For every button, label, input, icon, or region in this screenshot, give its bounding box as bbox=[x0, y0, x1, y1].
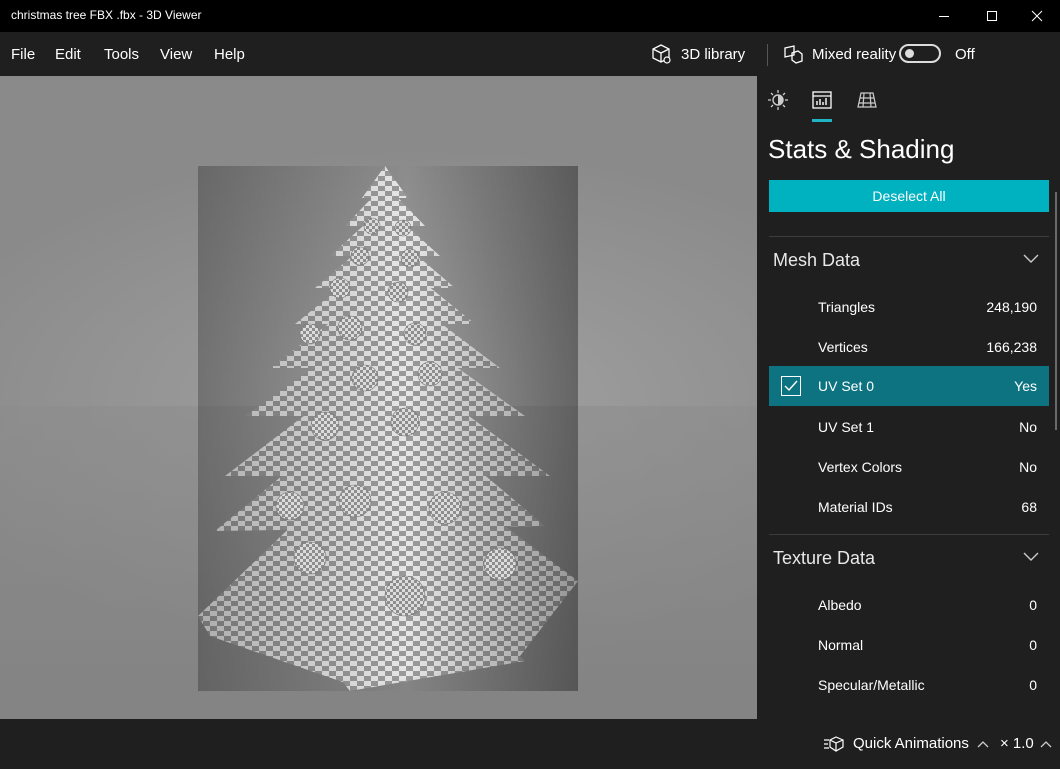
active-tab-indicator bbox=[812, 119, 832, 122]
window-title: christmas tree FBX .fbx - 3D Viewer bbox=[11, 8, 202, 22]
section-divider bbox=[769, 534, 1049, 535]
cube-icon bbox=[652, 44, 671, 64]
uv-set-0-checkbox[interactable] bbox=[781, 376, 801, 396]
chevron-up-icon bbox=[1040, 740, 1052, 747]
menu-edit[interactable]: Edit bbox=[55, 46, 81, 63]
stats-panel: Stats & Shading Deselect All Mesh Data T… bbox=[757, 76, 1060, 719]
row-label: UV Set 0 bbox=[818, 378, 875, 394]
stats-icon bbox=[812, 91, 832, 109]
mixed-reality-button[interactable]: Mixed reality bbox=[782, 40, 896, 68]
tree-tiers bbox=[198, 166, 578, 691]
deselect-all-button[interactable]: Deselect All bbox=[769, 180, 1049, 212]
texture-row-albedo[interactable]: Albedo 0 bbox=[769, 585, 1049, 625]
panel-scrollbar[interactable] bbox=[1055, 192, 1057, 430]
row-label: Vertex Colors bbox=[818, 459, 903, 475]
quick-animations-icon bbox=[824, 735, 844, 752]
row-value: Yes bbox=[1014, 378, 1037, 394]
minimize-icon bbox=[939, 16, 949, 17]
row-value: No bbox=[1019, 459, 1037, 475]
panel-title: Stats & Shading bbox=[768, 134, 955, 164]
row-value: 166,238 bbox=[986, 339, 1037, 355]
3d-library-label: 3D library bbox=[681, 45, 746, 63]
row-value: 248,190 bbox=[986, 299, 1037, 315]
tab-grid[interactable] bbox=[855, 88, 879, 112]
texture-row-specular-metallic[interactable]: Specular/Metallic 0 bbox=[769, 665, 1049, 705]
mixed-reality-icon bbox=[784, 45, 803, 64]
mesh-row-triangles[interactable]: Triangles 248,190 bbox=[769, 287, 1049, 327]
toggle-knob bbox=[905, 49, 914, 58]
mesh-row-material-ids[interactable]: Material IDs 68 bbox=[769, 487, 1049, 527]
menu-bar: File Edit Tools View Help 3D library Mix… bbox=[0, 32, 1060, 76]
texture-data-label: Texture Data bbox=[773, 548, 876, 568]
tab-lighting[interactable] bbox=[766, 88, 790, 112]
texture-data-header[interactable]: Texture Data bbox=[769, 538, 1049, 578]
checkmark-icon bbox=[784, 380, 798, 392]
row-label: Triangles bbox=[818, 299, 876, 315]
close-icon bbox=[1031, 10, 1043, 22]
mixed-reality-toggle[interactable] bbox=[899, 44, 941, 63]
row-label: Albedo bbox=[818, 597, 862, 613]
row-value: 68 bbox=[1021, 499, 1037, 515]
minimize-button[interactable] bbox=[921, 0, 967, 32]
row-value: 0 bbox=[1029, 677, 1037, 693]
row-label: Material IDs bbox=[818, 499, 893, 515]
mixed-reality-label: Mixed reality bbox=[812, 45, 897, 63]
mesh-data-header[interactable]: Mesh Data bbox=[769, 240, 1049, 280]
row-value: 0 bbox=[1029, 597, 1037, 613]
playback-speed-button[interactable]: × 1.0 bbox=[1000, 735, 1052, 752]
3d-library-button[interactable]: 3D library bbox=[650, 40, 745, 68]
grid-icon bbox=[857, 92, 877, 108]
maximize-icon bbox=[987, 11, 997, 21]
row-label: Normal bbox=[818, 637, 864, 653]
menu-view[interactable]: View bbox=[160, 46, 192, 63]
3d-viewport[interactable] bbox=[0, 76, 757, 719]
lighting-icon bbox=[768, 90, 788, 110]
mesh-row-vertex-colors[interactable]: Vertex Colors No bbox=[769, 447, 1049, 487]
menu-file[interactable]: File bbox=[11, 46, 35, 63]
row-label: Vertices bbox=[818, 339, 868, 355]
mesh-data-label: Mesh Data bbox=[773, 250, 861, 270]
maximize-button[interactable] bbox=[969, 0, 1015, 32]
title-bar: christmas tree FBX .fbx - 3D Viewer bbox=[0, 0, 1060, 32]
row-value: 0 bbox=[1029, 637, 1037, 653]
tab-stats[interactable] bbox=[810, 88, 834, 112]
texture-row-normal[interactable]: Normal 0 bbox=[769, 625, 1049, 665]
playback-speed-label: × 1.0 bbox=[1000, 735, 1034, 752]
row-label: UV Set 1 bbox=[818, 419, 875, 435]
quick-animations-label: Quick Animations bbox=[853, 735, 969, 752]
chevron-up-icon bbox=[977, 740, 989, 747]
row-value: No bbox=[1019, 419, 1037, 435]
section-divider bbox=[769, 236, 1049, 237]
bottom-bar: Quick Animations × 1.0 bbox=[0, 719, 1060, 769]
toolbar-separator bbox=[767, 44, 768, 66]
row-label: Specular/Metallic bbox=[818, 677, 925, 693]
christmas-tree-model bbox=[198, 166, 578, 691]
mesh-row-vertices[interactable]: Vertices 166,238 bbox=[769, 327, 1049, 367]
menu-tools[interactable]: Tools bbox=[104, 46, 139, 63]
mesh-row-uv-set-0[interactable]: UV Set 0 Yes bbox=[769, 366, 1049, 406]
mesh-row-uv-set-1[interactable]: UV Set 1 No bbox=[769, 407, 1049, 447]
close-button[interactable] bbox=[1014, 0, 1060, 32]
chevron-down-icon bbox=[1023, 552, 1039, 561]
quick-animations-button[interactable]: Quick Animations bbox=[823, 735, 989, 752]
chevron-down-icon bbox=[1023, 254, 1039, 263]
menu-help[interactable]: Help bbox=[214, 46, 245, 63]
mixed-reality-state: Off bbox=[955, 46, 975, 63]
